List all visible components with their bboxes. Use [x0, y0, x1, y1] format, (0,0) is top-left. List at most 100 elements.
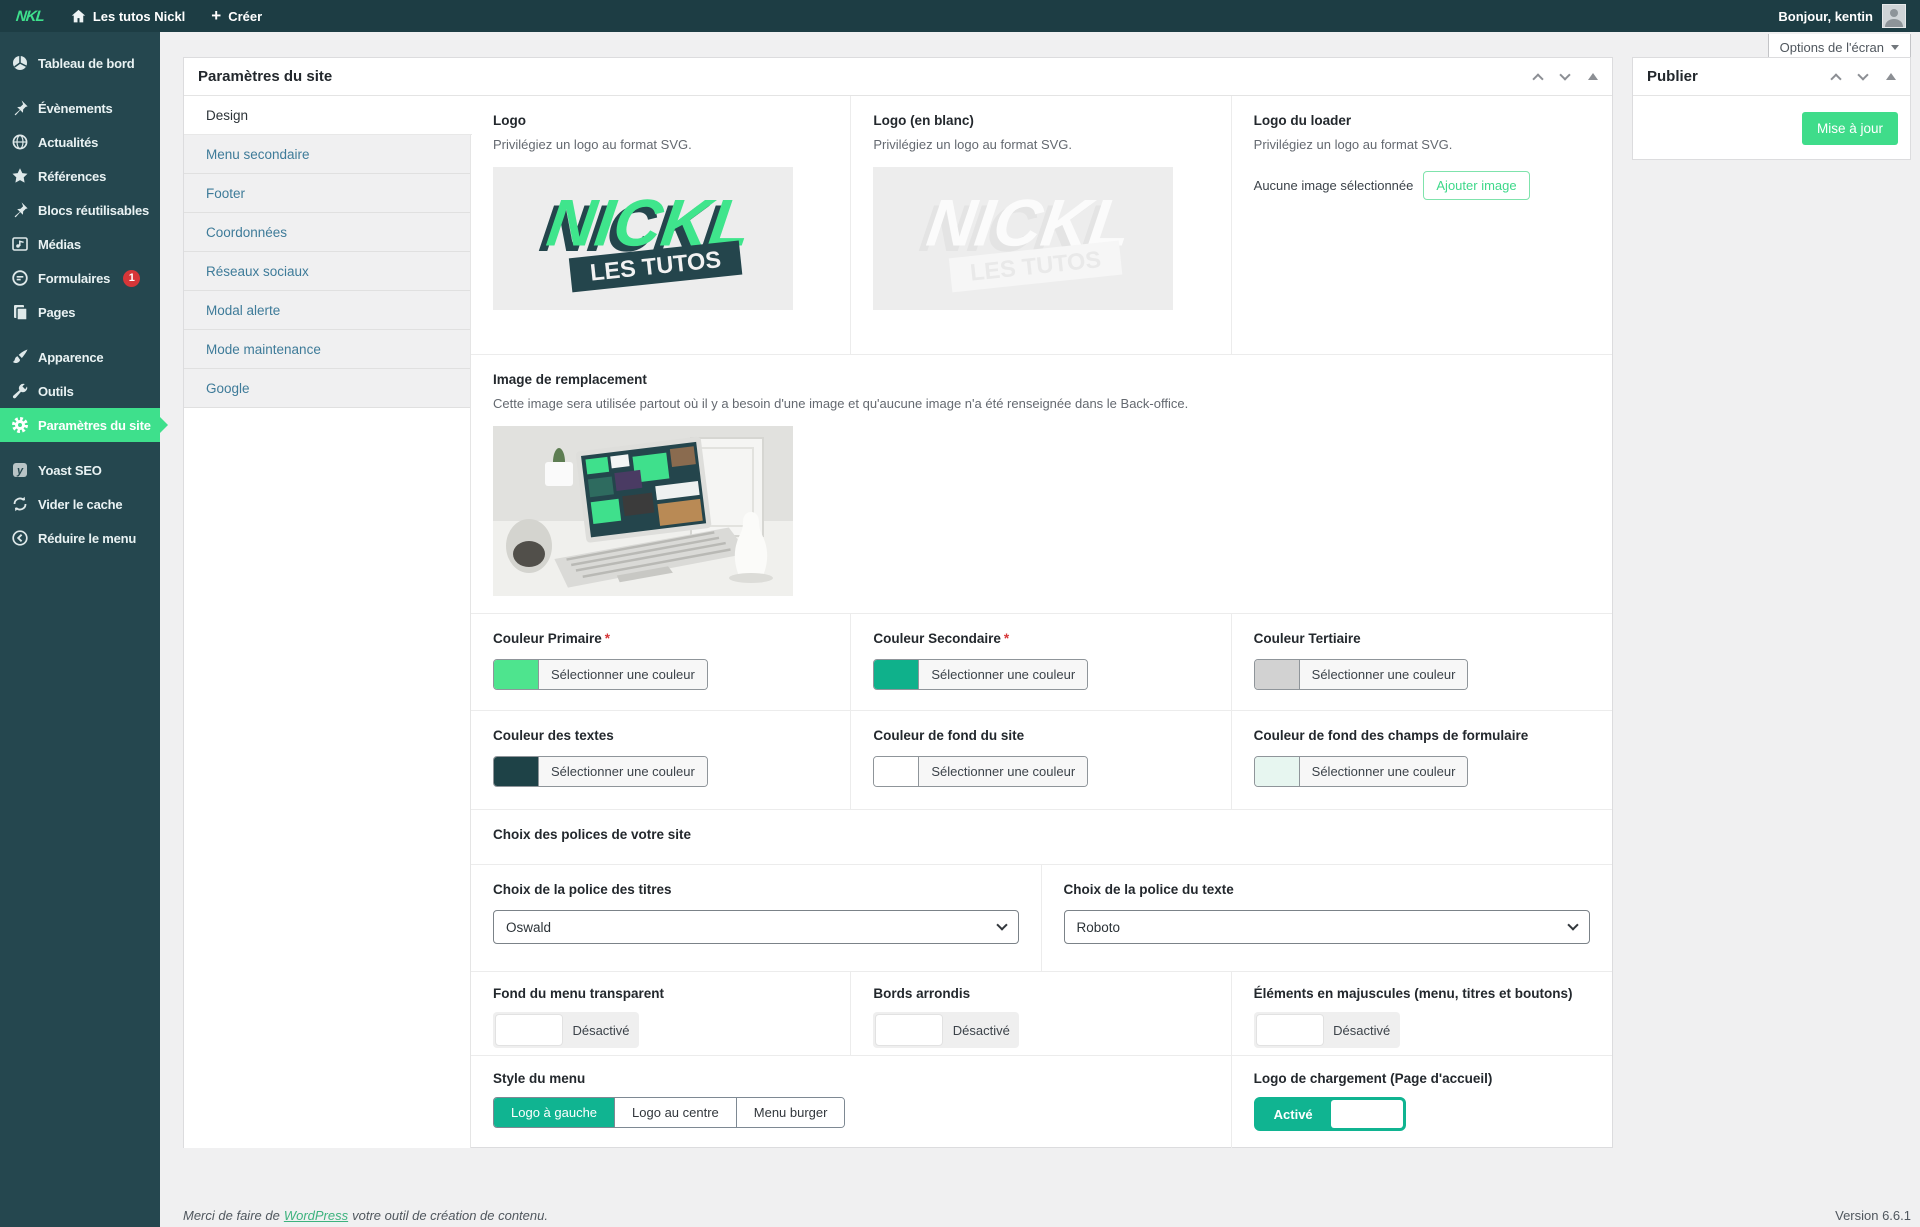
- select-color-button[interactable]: Sélectionner une couleur: [538, 660, 707, 689]
- menu-style-field: Style du menu Logo à gauche Logo au cent…: [471, 1056, 1232, 1148]
- tab-coordonnees[interactable]: Coordonnées: [184, 213, 470, 252]
- formulaires-count-badge: 1: [123, 270, 140, 287]
- loader-logo-field: Logo du loader Privilégiez un logo au fo…: [1232, 96, 1612, 354]
- menu-style-option-logo-center[interactable]: Logo au centre: [614, 1098, 736, 1127]
- menu-style-option-logo-left[interactable]: Logo à gauche: [494, 1098, 614, 1127]
- text-font-value: Roboto: [1077, 920, 1121, 935]
- page-title: Paramètres du site: [198, 68, 332, 85]
- logo-field: Logo Privilégiez un logo au format SVG. …: [471, 96, 851, 354]
- color-swatch[interactable]: [494, 757, 538, 786]
- text-color-picker[interactable]: Sélectionner une couleur: [493, 756, 708, 787]
- person-icon: [1883, 5, 1905, 27]
- collapse-icon: [11, 529, 29, 547]
- form-icon: [11, 269, 29, 287]
- form-field-background-color-picker[interactable]: Sélectionner une couleur: [1254, 756, 1469, 787]
- color-swatch[interactable]: [874, 660, 918, 689]
- sidebar-item-blocs-reutilisables[interactable]: Blocs réutilisables: [0, 193, 160, 227]
- tab-mode-maintenance[interactable]: Mode maintenance: [184, 330, 470, 369]
- sidebar-item-evenements[interactable]: Évènements: [0, 91, 160, 125]
- add-image-button[interactable]: Ajouter image: [1423, 171, 1529, 200]
- tertiary-color-picker[interactable]: Sélectionner une couleur: [1254, 659, 1469, 690]
- title-font-value: Oswald: [506, 920, 551, 935]
- sidebar-item-pages[interactable]: Pages: [0, 295, 160, 329]
- update-button[interactable]: Mise à jour: [1802, 112, 1898, 145]
- text-font-field: Choix de la police du texte Roboto: [1042, 865, 1613, 971]
- pin-icon: [11, 201, 29, 219]
- text-color-field: Couleur des textes Sélectionner une coul…: [471, 711, 851, 809]
- tab-reseaux-sociaux[interactable]: Réseaux sociaux: [184, 252, 470, 291]
- wordpress-link[interactable]: WordPress: [284, 1208, 348, 1223]
- tab-google[interactable]: Google: [184, 369, 470, 408]
- transparent-menu-toggle[interactable]: Désactivé: [493, 1012, 639, 1048]
- title-font-select[interactable]: Oswald: [493, 910, 1019, 944]
- toggle-knob: [1256, 1014, 1324, 1046]
- tab-modal-alerte[interactable]: Modal alerte: [184, 291, 470, 330]
- collapse-panel-icon[interactable]: [1588, 73, 1598, 80]
- text-font-select[interactable]: Roboto: [1064, 910, 1591, 944]
- menu-style-segmented-control: Logo à gauche Logo au centre Menu burger: [493, 1097, 845, 1128]
- sidebar-item-vider-le-cache[interactable]: Vider le cache: [0, 487, 160, 521]
- admin-bar: NKL Les tutos Nickl + Créer Bonjour, ken…: [0, 0, 1920, 32]
- adminbar-site-link[interactable]: Les tutos Nickl: [58, 0, 198, 32]
- tab-footer[interactable]: Footer: [184, 174, 470, 213]
- nickl-logo-white-image: NICKL NICKL LES TUTOS: [893, 175, 1153, 301]
- rounded-corners-toggle[interactable]: Désactivé: [873, 1012, 1019, 1048]
- loading-logo-toggle[interactable]: Activé: [1254, 1097, 1406, 1131]
- move-up-icon[interactable]: [1532, 73, 1543, 84]
- color-swatch[interactable]: [1255, 757, 1299, 786]
- sidebar-item-dashboard[interactable]: Tableau de bord: [0, 46, 160, 80]
- sidebar-item-outils[interactable]: Outils: [0, 374, 160, 408]
- adminbar-greeting[interactable]: Bonjour, kentin: [1778, 9, 1873, 24]
- menu-style-option-burger[interactable]: Menu burger: [736, 1098, 845, 1127]
- select-color-button[interactable]: Sélectionner une couleur: [918, 757, 1087, 786]
- color-swatch[interactable]: [494, 660, 538, 689]
- yoast-icon: y: [11, 461, 29, 479]
- sidebar-item-yoast-seo[interactable]: y Yoast SEO: [0, 453, 160, 487]
- color-swatch[interactable]: [874, 757, 918, 786]
- color-swatch[interactable]: [1255, 660, 1299, 689]
- tab-design[interactable]: Design: [184, 96, 472, 135]
- secondary-color-field: Couleur Secondaire* Sélectionner une cou…: [851, 614, 1231, 710]
- sidebar-item-medias[interactable]: Médias: [0, 227, 160, 261]
- sidebar-item-references[interactable]: Références: [0, 159, 160, 193]
- collapse-panel-icon[interactable]: [1886, 73, 1896, 80]
- footer-thanks: Merci de faire deWordPressvotre outil de…: [183, 1208, 548, 1223]
- site-background-color-picker[interactable]: Sélectionner une couleur: [873, 756, 1088, 787]
- refresh-icon: [11, 495, 29, 513]
- select-color-button[interactable]: Sélectionner une couleur: [918, 660, 1087, 689]
- globe-icon: [11, 133, 29, 151]
- select-color-button[interactable]: Sélectionner une couleur: [1299, 660, 1468, 689]
- primary-color-picker[interactable]: Sélectionner une couleur: [493, 659, 708, 690]
- toggle-knob: [875, 1014, 943, 1046]
- move-down-icon[interactable]: [1857, 69, 1868, 80]
- select-color-button[interactable]: Sélectionner une couleur: [538, 757, 707, 786]
- select-color-button[interactable]: Sélectionner une couleur: [1299, 757, 1468, 786]
- admin-sidebar: Tableau de bord Évènements Actualités Ré…: [0, 32, 160, 1227]
- required-asterisk: *: [1004, 631, 1009, 646]
- sidebar-item-apparence[interactable]: Apparence: [0, 340, 160, 374]
- title-font-field: Choix de la police des titres Oswald: [471, 865, 1042, 971]
- move-up-icon[interactable]: [1830, 73, 1841, 84]
- site-settings-panel: Paramètres du site Design Menu secondair…: [183, 57, 1613, 1148]
- nkl-logo[interactable]: NKL: [0, 8, 59, 25]
- avatar[interactable]: [1882, 4, 1906, 28]
- publish-panel: Publier Mise à jour: [1632, 57, 1911, 160]
- adminbar-new-button[interactable]: + Créer: [198, 0, 275, 32]
- home-icon: [71, 9, 86, 24]
- toggle-knob: [495, 1014, 563, 1046]
- sidebar-item-parametres-du-site[interactable]: Paramètres du site: [0, 408, 160, 442]
- pin-icon: [11, 99, 29, 117]
- move-down-icon[interactable]: [1559, 69, 1570, 80]
- sidebar-item-formulaires[interactable]: Formulaires 1: [0, 261, 160, 295]
- logo-white-preview[interactable]: NICKL NICKL LES TUTOS: [873, 167, 1173, 310]
- sidebar-item-reduire-le-menu[interactable]: Réduire le menu: [0, 521, 160, 555]
- version-text: Version 6.6.1: [1835, 1208, 1911, 1223]
- secondary-color-picker[interactable]: Sélectionner une couleur: [873, 659, 1088, 690]
- sidebar-item-actualites[interactable]: Actualités: [0, 125, 160, 159]
- star-icon: [11, 167, 29, 185]
- logo-preview[interactable]: NICKL NICKL LES TUTOS: [493, 167, 793, 310]
- adminbar-site-name: Les tutos Nickl: [93, 9, 185, 24]
- uppercase-elements-toggle[interactable]: Désactivé: [1254, 1012, 1400, 1048]
- tab-menu-secondaire[interactable]: Menu secondaire: [184, 135, 470, 174]
- fallback-image-preview[interactable]: [493, 426, 793, 596]
